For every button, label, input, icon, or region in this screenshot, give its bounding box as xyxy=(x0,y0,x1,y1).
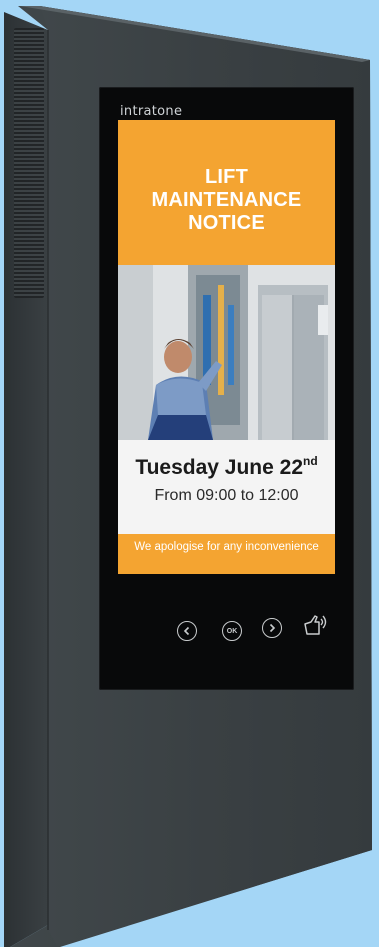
date-box: Tuesday June 22nd From 09:00 to 12:00 xyxy=(118,440,335,534)
next-button[interactable] xyxy=(262,618,282,638)
notice-title-line: LIFT xyxy=(204,166,248,188)
apology-message: We apologise for any inconvenience xyxy=(134,541,319,553)
technician-image xyxy=(118,265,335,440)
chevron-right-icon xyxy=(269,623,276,633)
chevron-left-icon xyxy=(183,626,190,636)
notice-date-main: Tuesday June 22 xyxy=(135,456,303,479)
previous-button[interactable] xyxy=(177,621,197,641)
notice-date-suffix: nd xyxy=(303,454,318,468)
audio-assist-button[interactable] xyxy=(301,612,331,638)
ok-button[interactable]: OK xyxy=(222,621,242,641)
notice-title: LIFT MAINTENANCE NOTICE xyxy=(118,166,335,235)
notice-time: From 09:00 to 12:00 xyxy=(154,487,299,504)
notice-title-line: MAINTENANCE xyxy=(151,189,302,211)
notice-title-line: NOTICE xyxy=(188,212,265,234)
notice-date: Tuesday June 22nd xyxy=(118,454,335,480)
maintenance-photo xyxy=(118,265,335,440)
brand-logo: intratone xyxy=(120,104,183,119)
hand-audio-icon xyxy=(304,615,327,635)
speaker-vent xyxy=(14,28,44,298)
